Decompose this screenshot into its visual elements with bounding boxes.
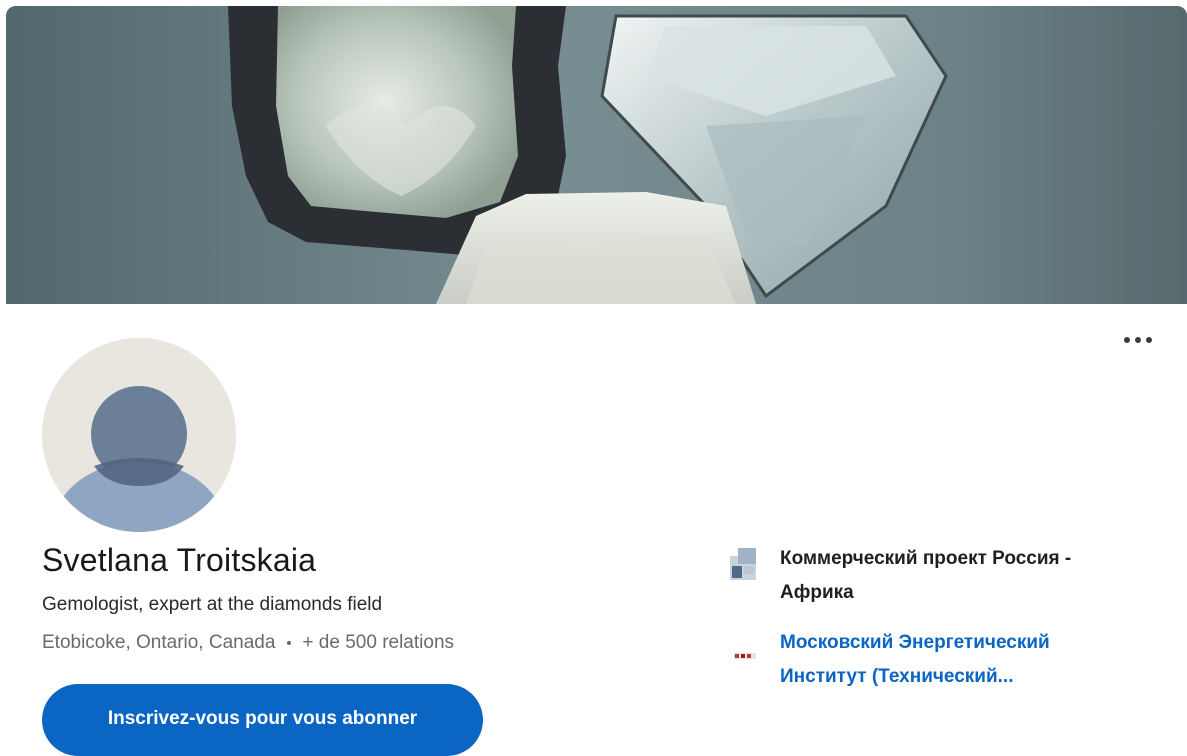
profile-card: Svetlana Troitskaia Gemologist, expert a… (0, 0, 1187, 756)
more-horizontal-icon-dot (1135, 337, 1141, 343)
separator-dot (287, 641, 292, 645)
more-horizontal-icon (1124, 337, 1130, 343)
follow-signup-button[interactable]: Inscrivez-vous pour vous abonner (42, 684, 483, 756)
profile-connections: + de 500 relations (302, 632, 455, 653)
more-horizontal-icon-dot (1146, 337, 1152, 343)
profile-meta: Etobicoke, Ontario, Canada + de 500 rela… (42, 632, 454, 654)
company-name-line1: Коммерческий проект Россия - (780, 548, 1072, 569)
diamond-crystals-image (6, 6, 1187, 304)
company-name: Коммерческий проект Россия - Африка (780, 542, 1160, 610)
school-name-line2: Институт (Технический... (780, 666, 1014, 687)
profile-headline: Gemologist, expert at the diamonds field (42, 594, 383, 615)
avatar (42, 338, 236, 532)
school-logo-icon (734, 653, 756, 659)
education-school-link[interactable]: Московский Энергетический Институт (Техн… (726, 626, 1160, 694)
current-company-link[interactable]: Коммерческий проект Россия - Африка (726, 542, 1160, 610)
company-logo-icon (730, 548, 756, 580)
more-options-button[interactable] (1116, 328, 1160, 352)
school-name-line1: Московский Энергетический (780, 632, 1050, 653)
company-name-line2: Африка (780, 582, 854, 603)
profile-banner (6, 6, 1187, 304)
profile-name: Svetlana Troitskaia (42, 542, 317, 578)
school-name: Московский Энергетический Институт (Техн… (780, 626, 1160, 694)
default-person-avatar-icon (42, 338, 236, 532)
profile-location: Etobicoke, Ontario, Canada (42, 632, 276, 653)
